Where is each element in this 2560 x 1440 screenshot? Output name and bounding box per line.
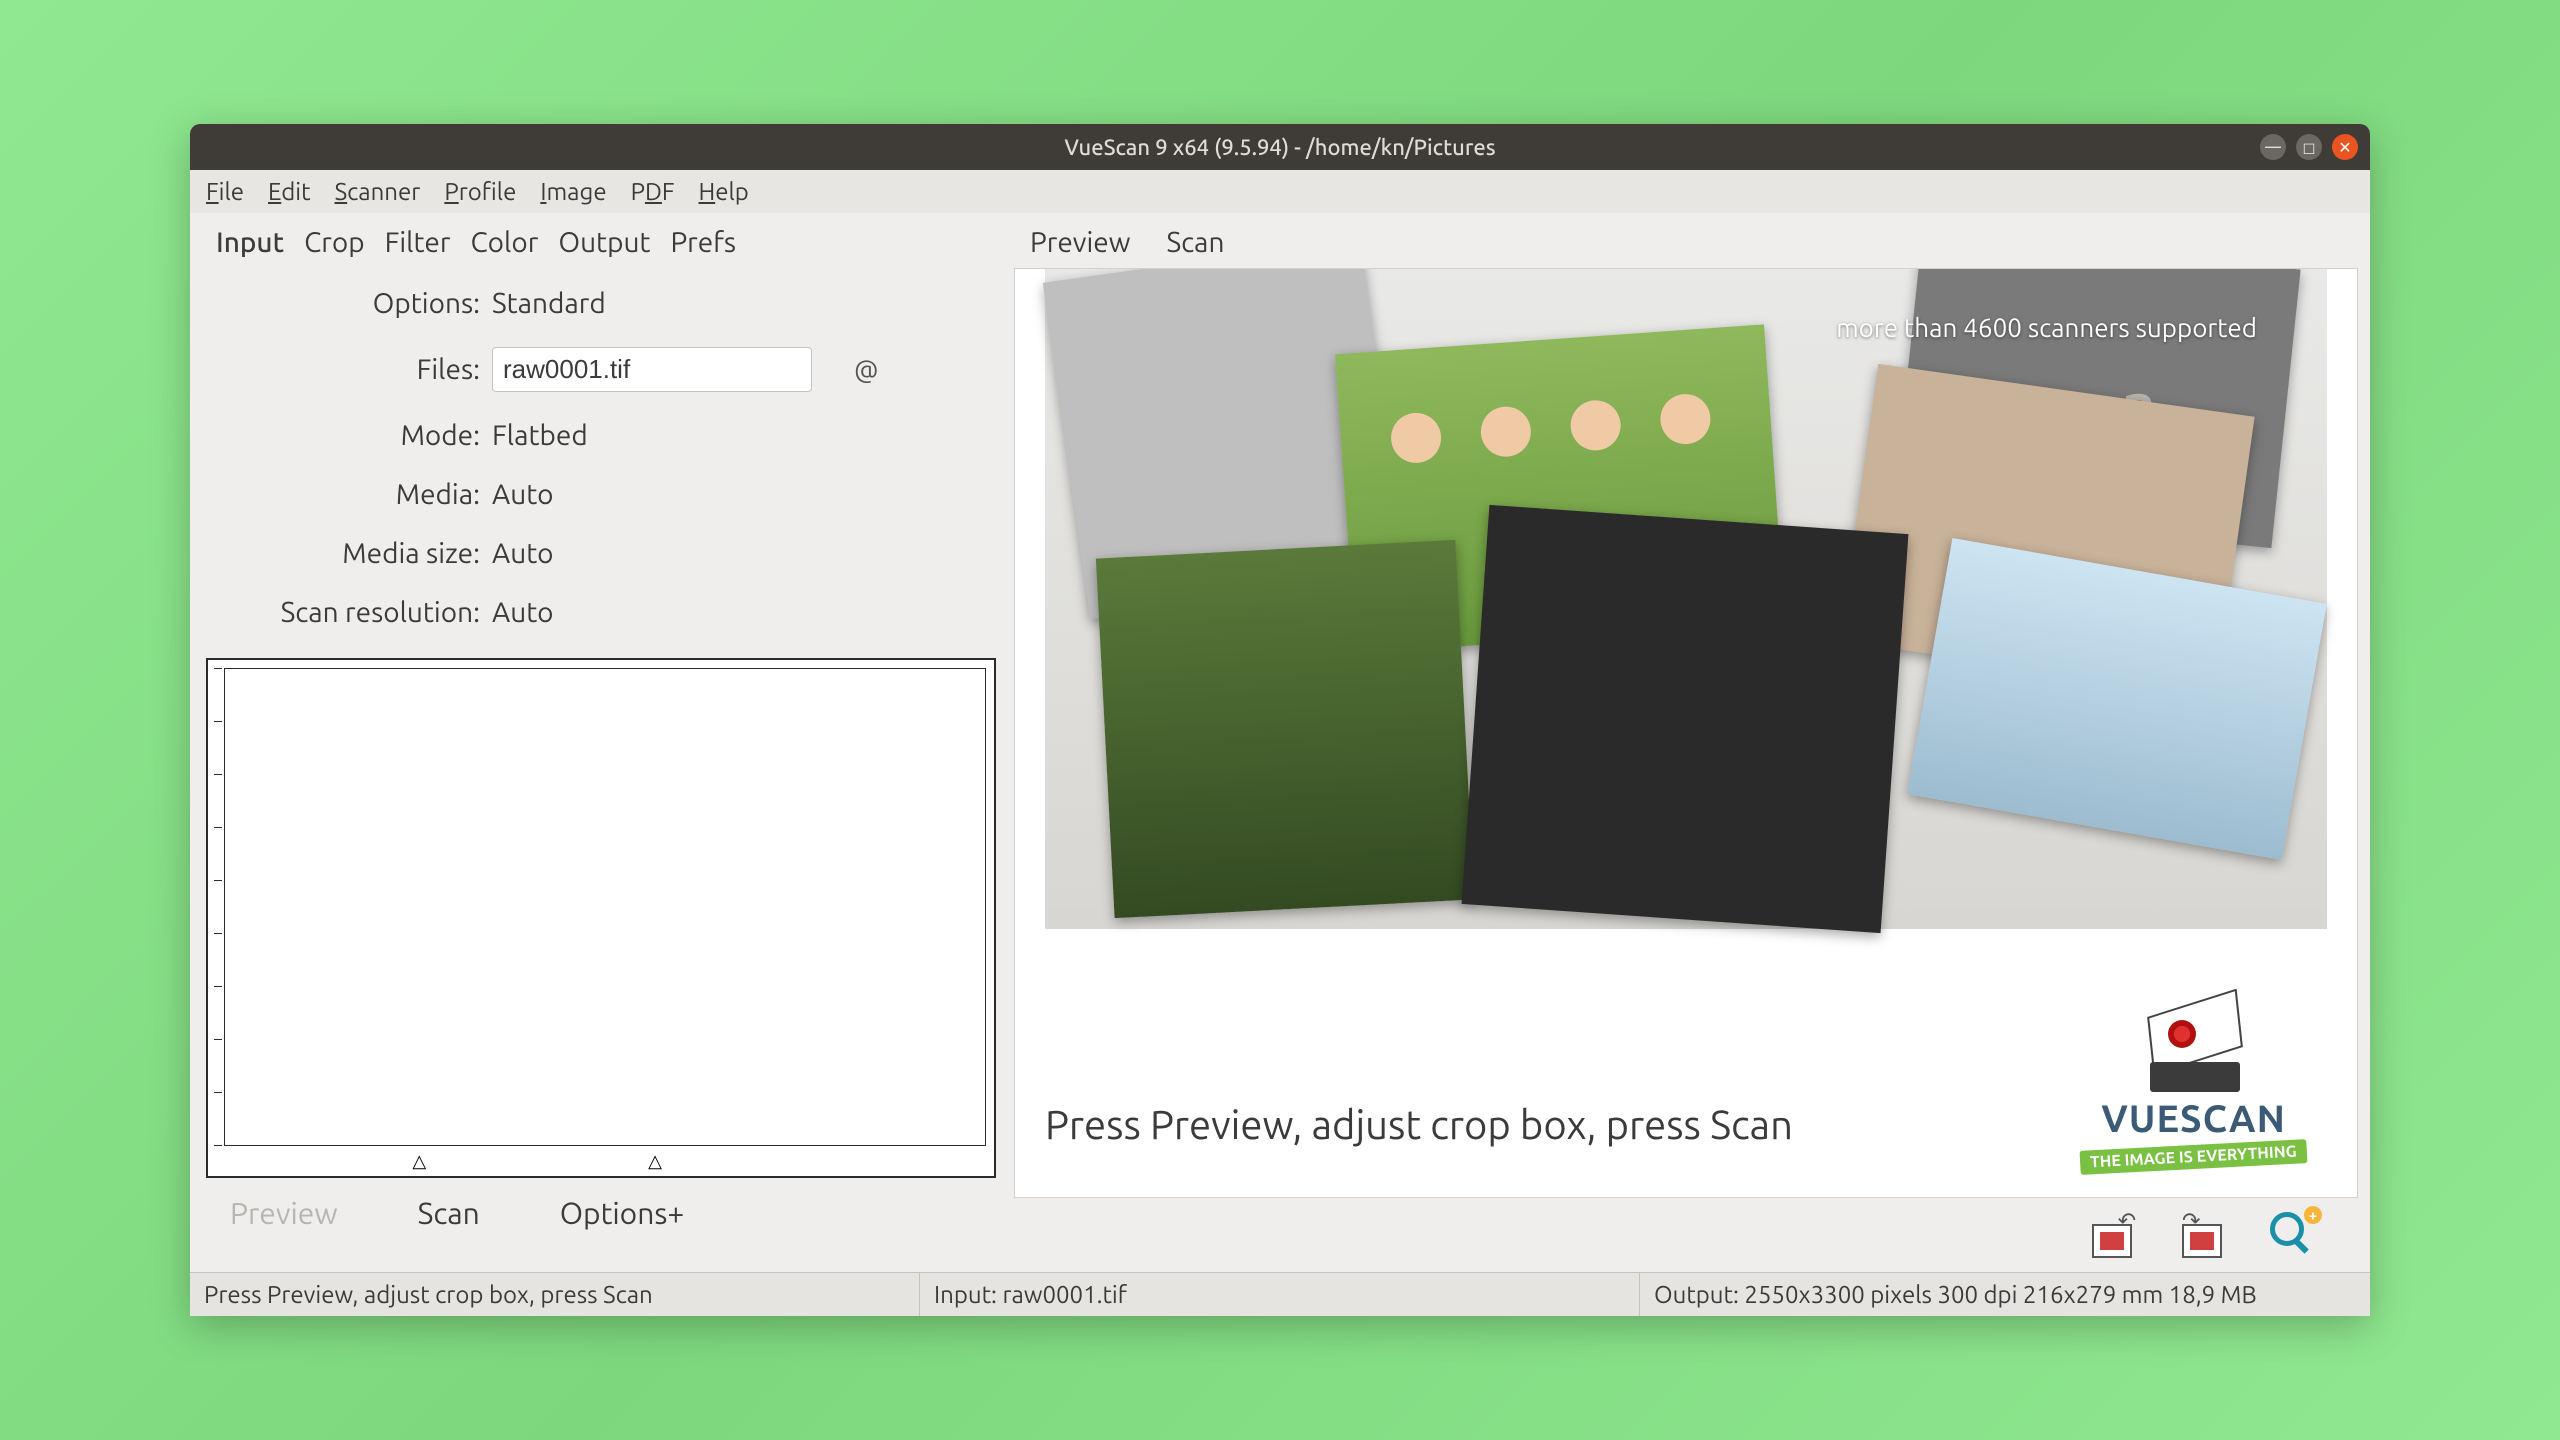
at-icon[interactable]: @ [824, 355, 879, 384]
slider-handle-high[interactable]: △ [648, 1151, 662, 1172]
content: Input Crop Filter Color Output Prefs Opt… [190, 213, 2370, 1272]
zoom-in-button[interactable]: + [2270, 1212, 2318, 1260]
statusbar: Press Preview, adjust crop box, press Sc… [190, 1272, 2370, 1316]
menubar: File Edit Scanner Profile Image PDF Help [190, 170, 2370, 213]
preview-area[interactable]: SNAP more than 4600 scanners supported P… [1014, 268, 2358, 1198]
menu-image[interactable]: Image [540, 178, 606, 205]
input-form: Options: Standard Files: @ Mode: Flatbed… [200, 268, 1000, 650]
left-pane: Input Crop Filter Color Output Prefs Opt… [190, 213, 1010, 1272]
media-label: Media: [210, 479, 480, 510]
photo-scanner [1907, 538, 2326, 860]
preview-button[interactable]: Preview [230, 1196, 338, 1230]
vuescan-logo: VUESCAN THE IMAGE IS EVERYTHING [2080, 1012, 2307, 1169]
minimize-button[interactable]: — [2260, 134, 2286, 160]
supported-text: more than 4600 scanners supported [1836, 313, 2257, 342]
tab-input[interactable]: Input [216, 227, 284, 258]
status-hint: Press Preview, adjust crop box, press Sc… [190, 1273, 920, 1316]
titlebar: VueScan 9 x64 (9.5.94) - /home/kn/Pictur… [190, 124, 2370, 170]
instruction-text: Press Preview, adjust crop box, press Sc… [1045, 1102, 1793, 1147]
files-input[interactable] [492, 347, 812, 392]
scan-button[interactable]: Scan [418, 1196, 480, 1230]
promo-collage: SNAP more than 4600 scanners supported [1045, 269, 2327, 929]
options-plus-button[interactable]: Options+ [560, 1196, 685, 1230]
options-select[interactable]: Standard [492, 288, 990, 319]
media-size-select[interactable]: Auto [492, 538, 990, 569]
histogram-graph[interactable]: △ △ [206, 658, 996, 1178]
status-input: Input: raw0001.tif [920, 1273, 1640, 1316]
tab-crop[interactable]: Crop [304, 227, 365, 258]
brand-name: VUESCAN [2080, 1098, 2307, 1140]
menu-file[interactable]: File [206, 178, 244, 205]
bottom-buttons: Preview Scan Options+ [200, 1184, 1000, 1238]
right-pane: Preview Scan SNAP more than 4600 scanner… [1010, 213, 2370, 1272]
tab-color[interactable]: Color [470, 227, 538, 258]
left-tabs: Input Crop Filter Color Output Prefs [200, 221, 1000, 268]
close-button[interactable]: ✕ [2332, 134, 2358, 160]
media-size-label: Media size: [210, 538, 480, 569]
menu-edit[interactable]: Edit [268, 178, 311, 205]
status-output: Output: 2550x3300 pixels 300 dpi 216x279… [1640, 1273, 2370, 1316]
menu-scanner[interactable]: Scanner [335, 178, 421, 205]
tab-filter[interactable]: Filter [385, 227, 451, 258]
files-label: Files: [210, 354, 480, 385]
rotate-right-button[interactable]: ↶ [2180, 1212, 2228, 1260]
preview-toolbar: ↶ ↶ + [1014, 1198, 2358, 1268]
scanner-icon [2144, 1012, 2244, 1092]
slider-handle-low[interactable]: △ [412, 1151, 426, 1172]
scan-resolution-label: Scan resolution: [210, 597, 480, 628]
scan-resolution-select[interactable]: Auto [492, 597, 990, 628]
right-tabs: Preview Scan [1014, 221, 2358, 268]
window-title: VueScan 9 x64 (9.5.94) - /home/kn/Pictur… [1064, 135, 1495, 160]
tab-prefs[interactable]: Prefs [670, 227, 736, 258]
menu-help[interactable]: Help [699, 178, 749, 205]
rotate-left-button[interactable]: ↶ [2090, 1212, 2138, 1260]
tab-output[interactable]: Output [558, 227, 650, 258]
right-tab-scan[interactable]: Scan [1166, 227, 1224, 258]
menu-profile[interactable]: Profile [444, 178, 516, 205]
mode-label: Mode: [210, 420, 480, 451]
brand-slogan: THE IMAGE IS EVERYTHING [2080, 1139, 2308, 1175]
media-select[interactable]: Auto [492, 479, 990, 510]
photo-bw-kids [1462, 505, 1909, 933]
menu-pdf[interactable]: PDF [631, 178, 675, 205]
maximize-button[interactable]: ◻ [2296, 134, 2322, 160]
app-window: VueScan 9 x64 (9.5.94) - /home/kn/Pictur… [190, 124, 2370, 1316]
right-tab-preview[interactable]: Preview [1030, 227, 1130, 258]
photo-dog [1096, 540, 1474, 918]
mode-select[interactable]: Flatbed [492, 420, 990, 451]
options-label: Options: [210, 288, 480, 319]
window-controls: — ◻ ✕ [2260, 134, 2358, 160]
